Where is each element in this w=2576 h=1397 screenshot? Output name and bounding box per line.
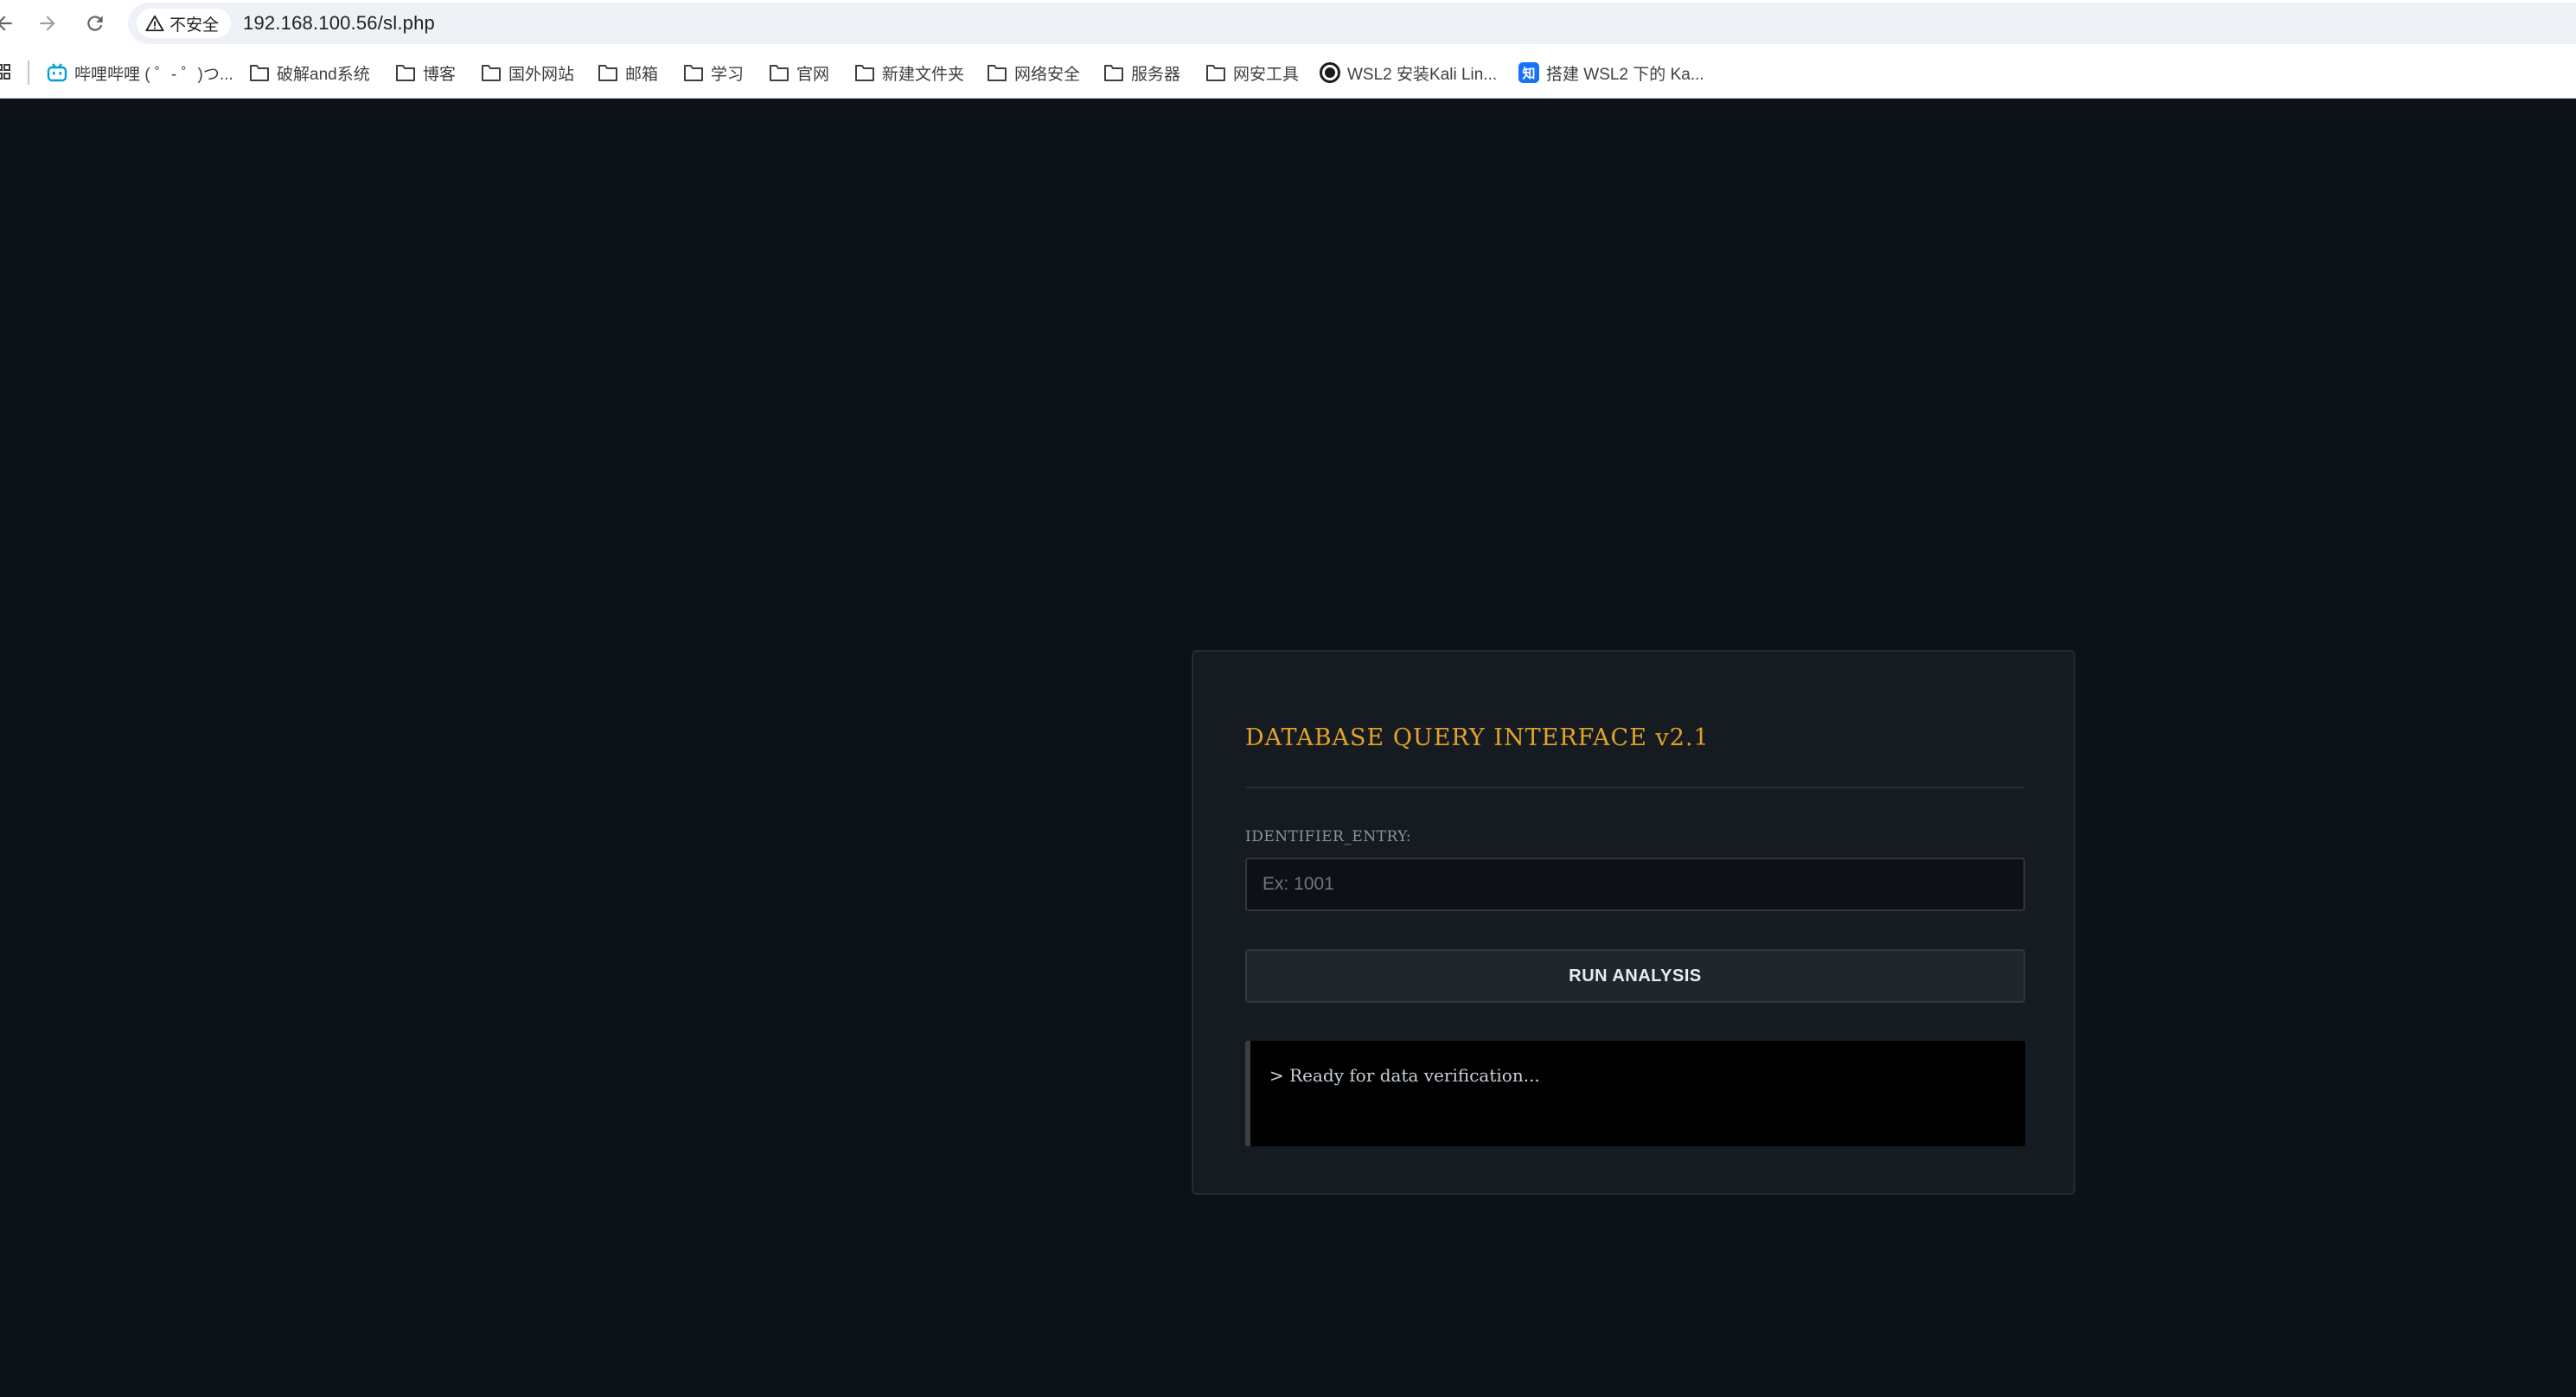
security-chip[interactable]: 不安全 xyxy=(137,9,232,38)
reload-icon[interactable] xyxy=(82,10,108,36)
bookmark-bilibili[interactable]: 哔哩哔哩 ( ゜- ゜)つ... xyxy=(47,47,233,99)
output-console: > Ready for data verification... xyxy=(1245,1041,2025,1146)
bookmark-label: 搭建 WSL2 下的 Ka... xyxy=(1546,65,1704,84)
folder-icon xyxy=(1104,65,1123,81)
console-output: > Ready for data verification... xyxy=(1269,1065,1540,1086)
forward-icon[interactable] xyxy=(35,10,61,36)
bookmark-label: 网安工具 xyxy=(1233,65,1300,84)
bookmark-folder[interactable]: 邮箱 xyxy=(598,47,658,99)
bookmark-folder[interactable]: 国外网站 xyxy=(481,47,574,99)
bookmark-label: 破解and系统 xyxy=(277,65,370,84)
folder-icon xyxy=(598,65,617,81)
apps-grid-icon[interactable] xyxy=(0,62,10,83)
folder-icon xyxy=(1206,65,1225,81)
bookmark-label: 国外网站 xyxy=(508,65,575,84)
folder-icon xyxy=(482,65,501,81)
bookmark-folder[interactable]: 破解and系统 xyxy=(249,47,370,99)
page-content: DATABASE QUERY INTERFACE v2.1 IDENTIFIER… xyxy=(0,99,2576,1397)
bookmark-wsl-kali[interactable]: WSL2 安装Kali Lin... xyxy=(1320,47,1497,99)
folder-icon xyxy=(684,65,703,81)
bookmark-zhihu[interactable]: 知 搭建 WSL2 下的 Ka... xyxy=(1518,47,1704,99)
bookmarks-bar: 哔哩哔哩 ( ゜- ゜)つ... 破解and系统 博客 国外网站 邮箱 学习 官… xyxy=(0,47,2576,99)
bookmark-folder[interactable]: 服务器 xyxy=(1103,47,1180,99)
folder-icon xyxy=(855,65,874,81)
bookmark-label: 官网 xyxy=(796,65,830,84)
bookmark-label: 网络安全 xyxy=(1014,65,1081,84)
bookmark-folder[interactable]: 新建文件夹 xyxy=(854,47,964,99)
bookmark-folder[interactable]: 博客 xyxy=(395,47,456,99)
bookmark-label: 博客 xyxy=(423,65,457,84)
bookmark-label: 哔哩哔哩 ( ゜- ゜)つ... xyxy=(74,65,233,84)
folder-icon xyxy=(988,65,1007,81)
title-divider xyxy=(1245,787,2023,788)
bookmark-folder[interactable]: 官网 xyxy=(769,47,829,99)
identifier-input[interactable] xyxy=(1245,858,2025,911)
bookmark-label: 服务器 xyxy=(1131,65,1181,84)
query-panel: DATABASE QUERY INTERFACE v2.1 IDENTIFIER… xyxy=(1192,650,2075,1195)
bookmark-label: 新建文件夹 xyxy=(882,65,965,84)
bookmark-label: 学习 xyxy=(711,65,745,84)
back-icon[interactable] xyxy=(0,10,17,36)
folder-icon xyxy=(250,65,269,81)
bilibili-icon xyxy=(47,63,67,82)
run-analysis-button[interactable]: RUN ANALYSIS xyxy=(1245,949,2025,1003)
folder-icon xyxy=(770,65,789,81)
browser-toolbar: 不安全 192.168.100.56/sl.php xyxy=(0,0,2576,47)
panel-title: DATABASE QUERY INTERFACE v2.1 xyxy=(1245,724,1710,751)
security-label: 不安全 xyxy=(169,16,220,35)
zhihu-icon: 知 xyxy=(1518,62,1539,83)
warning-icon xyxy=(145,15,164,32)
bookmark-folder[interactable]: 网络安全 xyxy=(987,47,1080,99)
circle-site-icon xyxy=(1320,62,1340,83)
identifier-label: IDENTIFIER_ENTRY: xyxy=(1245,828,1412,845)
url-text[interactable]: 192.168.100.56/sl.php xyxy=(243,12,435,35)
bookmark-folder[interactable]: 网安工具 xyxy=(1205,47,1299,99)
bookmark-label: WSL2 安装Kali Lin... xyxy=(1347,65,1498,84)
bookmark-folder[interactable]: 学习 xyxy=(683,47,744,99)
omnibox[interactable]: 不安全 192.168.100.56/sl.php xyxy=(128,3,2576,44)
bookmark-label: 邮箱 xyxy=(625,65,659,84)
bookmarks-divider xyxy=(28,61,29,85)
folder-icon xyxy=(396,65,415,81)
